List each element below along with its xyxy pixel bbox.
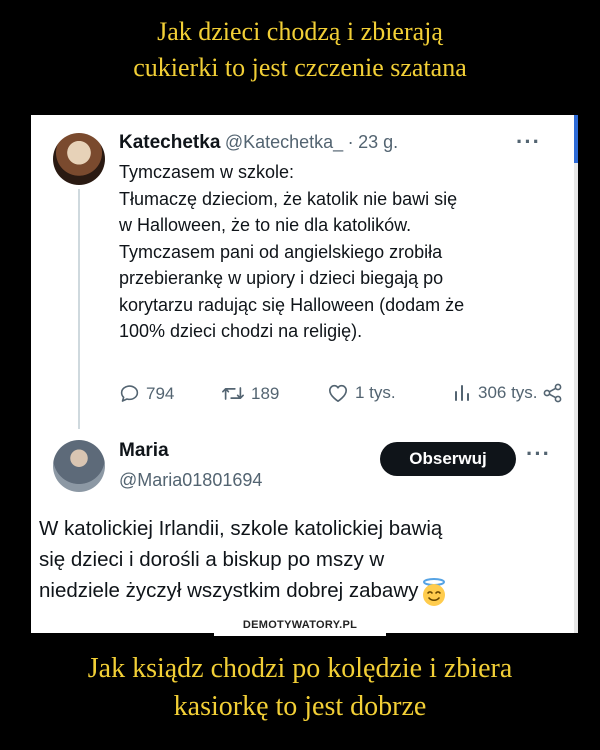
reply-button[interactable]: 794	[119, 383, 174, 404]
reply-icon	[120, 385, 139, 402]
share-button[interactable]	[543, 383, 563, 403]
reply-author-handle[interactable]: @Maria01801694	[119, 470, 262, 491]
avatar[interactable]	[53, 440, 105, 492]
like-count: 1 tys.	[355, 383, 396, 402]
tweet-line: w Halloween, że to nie dla katolików.	[119, 215, 412, 235]
watermark: DEMOTYWATORY.PL	[214, 614, 386, 636]
reply-text: W katolickiej Irlandii, szkole katolicki…	[39, 513, 569, 607]
heart-icon	[329, 384, 347, 402]
tweet-line: 100% dzieci chodzi na religię).	[119, 321, 363, 341]
bottom-caption-line-2: kasiorkę to jest dobrze	[173, 691, 427, 722]
more-options-button[interactable]: ···	[516, 129, 541, 155]
share-icon	[543, 383, 562, 403]
tweet-line: przebierankę w upiory i dzieci biegają p…	[119, 268, 444, 288]
views-count: 306 tys.	[478, 383, 538, 402]
tweet-line: Tymczasem w szkole:	[119, 162, 295, 182]
tweet-line: Tłumaczę dzieciom, że katolik nie bawi s…	[119, 188, 458, 209]
tweet-text: Tymczasem w szkole: Tłumaczę dzieciom, ż…	[119, 159, 564, 345]
reply-author-name[interactable]: Maria	[119, 440, 169, 462]
bottom-caption-line-1: Jak ksiądz chodzi po kolędzie i zbiera	[87, 653, 513, 684]
top-caption-line-1: Jak dzieci chodzą i zbierają	[157, 17, 443, 46]
author-name[interactable]: Katechetka	[119, 132, 220, 153]
bar-chart-icon	[455, 385, 469, 401]
reply-line: się dzieci i dorośli a biskup po mszy w	[39, 548, 385, 571]
bottom-caption: Jak ksiądz chodzi po kolędzie i zbiera k…	[0, 650, 600, 726]
retweet-count: 189	[251, 383, 280, 403]
author-handle[interactable]: @Katechetka_	[225, 132, 343, 152]
scrollbar[interactable]	[574, 115, 578, 633]
follow-button[interactable]: Obserwuj	[380, 442, 516, 476]
reply-line: niedziele życzył wszystkim dobrej zabawy	[39, 579, 419, 602]
top-caption: Jak dzieci chodzą i zbierają cukierki to…	[0, 14, 600, 86]
more-options-button[interactable]: ···	[526, 441, 551, 467]
retweet-button[interactable]: 189	[221, 383, 279, 404]
top-caption-line-2: cukierki to jest czczenie szatana	[133, 53, 467, 82]
halo-smile-icon	[423, 577, 446, 606]
avatar[interactable]	[53, 133, 105, 185]
tweet-line: Tymczasem pani od angielskiego zrobiła	[119, 241, 443, 262]
like-button[interactable]: 1 tys.	[327, 383, 396, 403]
views-button[interactable]: 306 tys.	[452, 383, 538, 403]
tweet-header: Katechetka @Katechetka_ · 23 g.	[119, 132, 398, 154]
reply-count: 794	[146, 383, 175, 403]
tweet-line: korytarzu radując się Halloween (dodam ż…	[119, 294, 465, 315]
separator: ·	[347, 132, 354, 152]
scrollbar-thumb[interactable]	[574, 115, 578, 163]
tweet-time[interactable]: 23 g.	[358, 132, 398, 152]
reply-line: W katolickiej Irlandii, szkole katolicki…	[39, 517, 443, 540]
tweet-actions: 794 189 1 tys. 306 tys.	[119, 383, 564, 409]
thread-line	[78, 189, 80, 429]
retweet-icon	[222, 387, 244, 400]
screenshot-card: Katechetka @Katechetka_ · 23 g. ··· Tymc…	[31, 115, 578, 633]
